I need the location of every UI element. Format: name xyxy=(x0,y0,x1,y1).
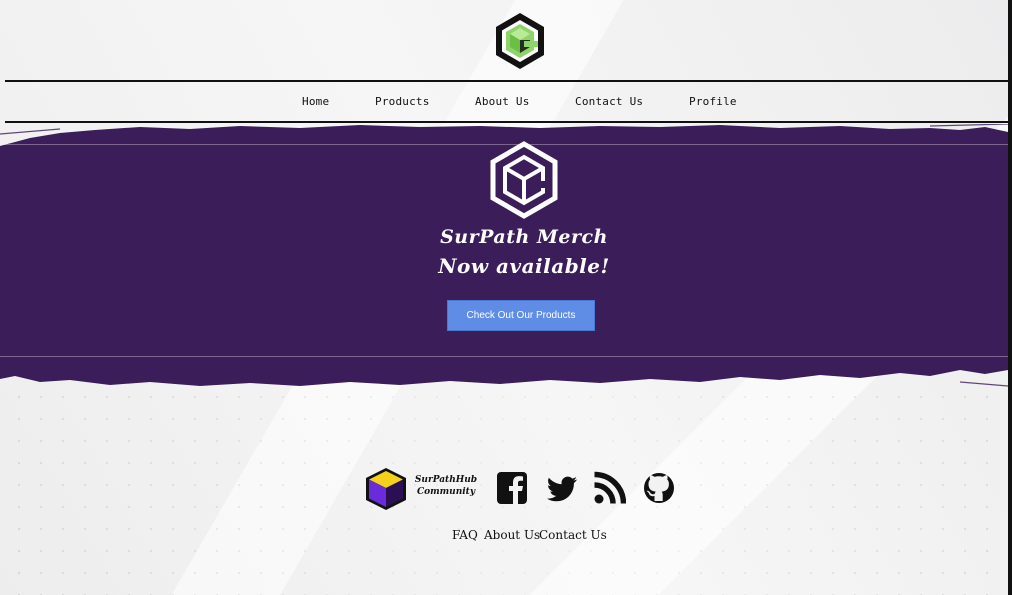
main-nav: Home Products About Us Contact Us Profil… xyxy=(0,95,1012,111)
community-logo-line2: Community xyxy=(416,487,476,497)
nav-item-products[interactable]: Products xyxy=(375,95,430,108)
community-logo-icon[interactable] xyxy=(364,466,408,512)
footer-link-about-us[interactable]: About Us xyxy=(484,528,540,542)
rss-icon[interactable] xyxy=(592,470,626,506)
nav-item-contact-us[interactable]: Contact Us xyxy=(575,95,643,108)
footer-links: FAQ About Us Contact Us xyxy=(0,528,1012,544)
community-logo-text[interactable]: SurPathHub Community xyxy=(407,474,485,498)
nav-item-home[interactable]: Home xyxy=(302,95,329,108)
hero-title-line2: Now available! xyxy=(438,254,610,278)
nav-divider-bottom xyxy=(5,121,1008,123)
footer-link-contact-us[interactable]: Contact Us xyxy=(539,528,607,542)
hero-logo-icon xyxy=(490,141,558,219)
community-logo-line1: SurPathHub xyxy=(414,475,478,485)
nav-item-about-us[interactable]: About Us xyxy=(475,95,530,108)
nav-divider-top xyxy=(5,80,1008,82)
check-out-products-button[interactable]: Check Out Our Products xyxy=(447,300,595,331)
window-edge xyxy=(1008,0,1012,595)
site-logo-icon[interactable] xyxy=(493,11,547,71)
nav-item-profile[interactable]: Profile xyxy=(689,95,737,108)
twitter-icon[interactable] xyxy=(545,470,579,506)
hero-title-line1: SurPath Merch xyxy=(440,226,608,248)
github-icon[interactable] xyxy=(642,470,676,506)
footer-link-faq[interactable]: FAQ xyxy=(452,528,478,542)
facebook-icon[interactable] xyxy=(495,470,529,506)
